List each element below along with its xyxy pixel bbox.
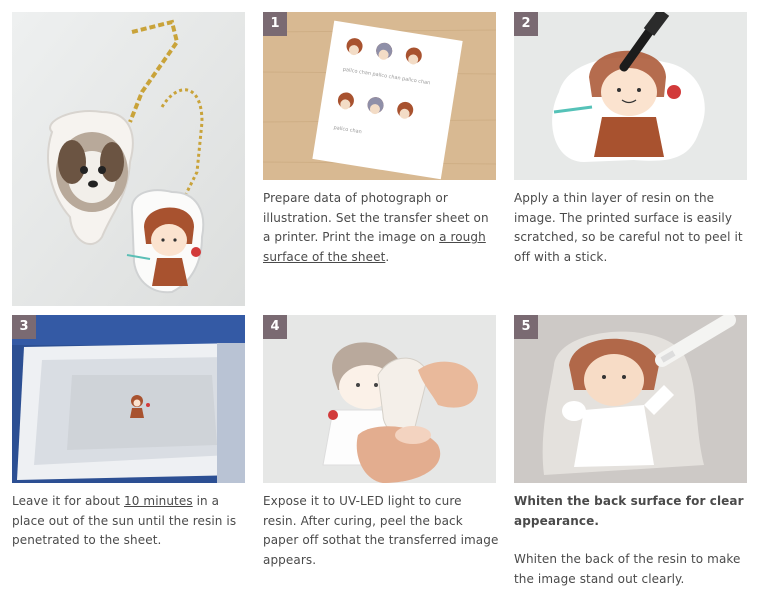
step-5-text: Whiten the back of the resin to make the… xyxy=(514,552,741,586)
step-1-photo: pallco chan pallco chan pallco chan pall… xyxy=(263,12,496,180)
step-number-badge: 5 xyxy=(514,315,538,339)
step-5-photo: 5 xyxy=(514,315,747,483)
step-3-text: Leave it for about xyxy=(12,494,125,508)
step-5-caption: Whiten the back surface for clear appear… xyxy=(514,492,754,589)
step-4-caption: Expose it to UV-LED light to cure resin.… xyxy=(263,494,499,567)
step-number-badge: 2 xyxy=(514,12,538,36)
step-2-caption: Apply a thin layer of resin on the image… xyxy=(514,191,743,264)
hero-photo-keychains xyxy=(12,12,245,306)
step-3-photo: 3 xyxy=(12,315,245,483)
step-4-photo: 4 xyxy=(263,315,496,483)
ten-minutes-link[interactable]: 10 minutes xyxy=(124,494,193,508)
step-number-badge: 1 xyxy=(263,12,287,36)
step-number-badge: 4 xyxy=(263,315,287,339)
step-2-photo: 2 xyxy=(514,12,747,180)
step-1-caption: Prepare data of photograph or illustrati… xyxy=(263,189,499,267)
step-1-text-end: . xyxy=(385,249,390,264)
step-5-heading: Whiten the back surface for clear appear… xyxy=(514,494,744,528)
step-3-caption: Leave it for about 10 minutes in a place… xyxy=(12,492,248,551)
step-number-badge: 3 xyxy=(12,315,36,339)
